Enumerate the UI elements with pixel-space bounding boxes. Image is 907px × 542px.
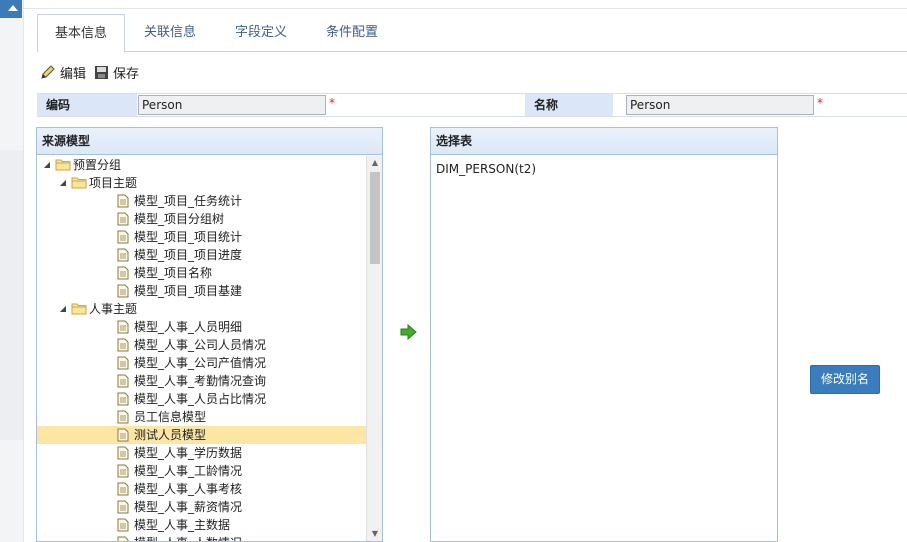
selected-table-title: 选择表 (431, 128, 777, 155)
tree-label: 模型_人事_公司人员情况 (134, 338, 267, 352)
name-label: 名称 (525, 94, 613, 116)
tree-folder[interactable]: ◢ 预置分组 (37, 156, 367, 174)
tree-item[interactable]: 模型_人事_人数情况 (37, 534, 367, 541)
tree-folder[interactable]: ◢ 项目主题 (37, 174, 367, 192)
selected-table-panel: 选择表 DIM_PERSON(t2) (430, 127, 778, 542)
tree-label: 模型_人事_考勤情况查询 (134, 374, 267, 388)
document-icon (117, 536, 129, 541)
edit-button[interactable]: 编辑 (40, 63, 86, 82)
tree-item[interactable]: 模型_人事_薪资情况 (37, 498, 367, 516)
left-nav-strip (0, 0, 24, 542)
tab-condition-config[interactable]: 条件配置 (314, 14, 390, 52)
tree-label: 模型_项目分组树 (134, 212, 225, 226)
floppy-disk-icon (95, 65, 109, 79)
source-model-title: 来源模型 (37, 128, 382, 155)
selected-table-list: DIM_PERSON(t2) (436, 162, 536, 176)
source-model-panel: 来源模型 ◢ 预置分组 ◢ 项目主题模型_项目_任务统计 模型_项目分组树模型_项目_项… (36, 127, 383, 542)
code-required-mark: * (329, 96, 335, 110)
tree-label: 模型_项目名称 (134, 266, 213, 280)
top-divider (24, 8, 907, 9)
tree-item[interactable]: 测试人员模型 (37, 426, 367, 444)
tree-label: 预置分组 (73, 158, 122, 172)
tab-field-definition[interactable]: 字段定义 (223, 14, 299, 52)
tree-item[interactable]: 模型_项目_项目进度 (37, 246, 367, 264)
tab-basic-info[interactable]: 基本信息 (37, 14, 125, 53)
tree-item[interactable]: 模型_人事_公司人员情况 (37, 336, 367, 354)
tree-label: 模型_人事_工龄情况 (134, 464, 243, 478)
toolbar: 编辑 保存 (40, 62, 147, 82)
left-nav-shade (0, 150, 23, 440)
list-item[interactable]: DIM_PERSON(t2) (436, 162, 536, 176)
scroll-up-arrow-icon[interactable]: ▲ (367, 156, 383, 170)
tree-label: 模型_人事_薪资情况 (134, 500, 243, 514)
tree-label: 模型_项目_项目基建 (134, 284, 243, 298)
tree-label: 模型_项目_项目统计 (134, 230, 243, 244)
source-model-tree: ◢ 预置分组 ◢ 项目主题 模型_项目_任务统计 模型_项目分组树 模型_项目_项目统计 模型… (37, 156, 367, 541)
tree-label: 模型_人事_人事考核 (134, 482, 243, 496)
tree-item[interactable]: 模型_人事_人事考核 (37, 480, 367, 498)
tree-item[interactable]: 模型_人事_学历数据 (37, 444, 367, 462)
tree-scrollbar[interactable]: ▲ ▼ (366, 156, 382, 541)
tree-label: 测试人员模型 (134, 428, 207, 442)
tree-item[interactable]: 模型_人事_公司产值情况 (37, 354, 367, 372)
edit-label: 编辑 (60, 66, 87, 82)
expand-arrow-icon[interactable]: ◢ (58, 174, 68, 192)
tree-item[interactable]: 模型_人事_考勤情况查询 (37, 372, 367, 390)
name-field[interactable] (626, 95, 814, 115)
tree-label: 模型_人事_人员占比情况 (134, 392, 267, 406)
tab-related-info[interactable]: 关联信息 (132, 14, 208, 52)
tree-item[interactable]: 模型_人事_工龄情况 (37, 462, 367, 480)
tree-item[interactable]: 模型_项目分组树 (37, 210, 367, 228)
tree-label: 模型_人事_主数据 (134, 518, 231, 532)
scroll-thumb[interactable] (370, 172, 380, 264)
tab-bar: 基本信息 关联信息 字段定义 条件配置 (37, 14, 907, 53)
tree-label: 项目主题 (89, 176, 138, 190)
code-label: 编码 (37, 94, 137, 116)
basic-info-form: 编码 * 名称 * (37, 93, 907, 117)
tree-item[interactable]: 员工信息模型 (37, 408, 367, 426)
tree-label: 模型_项目_任务统计 (134, 194, 243, 208)
move-right-arrow-icon[interactable] (400, 323, 418, 343)
collapse-toggle-icon[interactable] (0, 0, 22, 18)
save-label: 保存 (113, 66, 140, 82)
tree-folder[interactable]: ◢ 人事主题 (37, 300, 367, 318)
expand-arrow-icon[interactable]: ◢ (42, 156, 52, 174)
tree-label: 模型_人事_学历数据 (134, 446, 243, 460)
tree-item[interactable]: 模型_项目_项目基建 (37, 282, 367, 300)
modify-alias-button[interactable]: 修改别名 (810, 365, 880, 394)
tree-item[interactable]: 模型_人事_主数据 (37, 516, 367, 534)
tree-label: 员工信息模型 (134, 410, 207, 424)
tree-label: 模型_人事_人员明细 (134, 320, 243, 334)
tree-label: 模型_项目_项目进度 (134, 248, 243, 262)
tree-item[interactable]: 模型_项目名称 (37, 264, 367, 282)
tree-item[interactable]: 模型_项目_项目统计 (37, 228, 367, 246)
pencil-icon (41, 65, 55, 79)
tree-label: 模型_人事_公司产值情况 (134, 356, 267, 370)
tree-label: 模型_人事_人数情况 (134, 534, 242, 541)
tree-item[interactable]: 模型_人事_人员明细 (37, 318, 367, 336)
tree-item[interactable]: 模型_人事_人员占比情况 (37, 390, 367, 408)
code-field[interactable] (138, 95, 326, 115)
tree-item[interactable]: 模型_项目_任务统计 (37, 192, 367, 210)
tree-label: 人事主题 (89, 302, 138, 316)
save-button[interactable]: 保存 (94, 63, 139, 82)
scroll-down-arrow-icon[interactable]: ▼ (367, 527, 383, 541)
expand-arrow-icon[interactable]: ◢ (58, 300, 68, 318)
name-required-mark: * (817, 96, 823, 110)
